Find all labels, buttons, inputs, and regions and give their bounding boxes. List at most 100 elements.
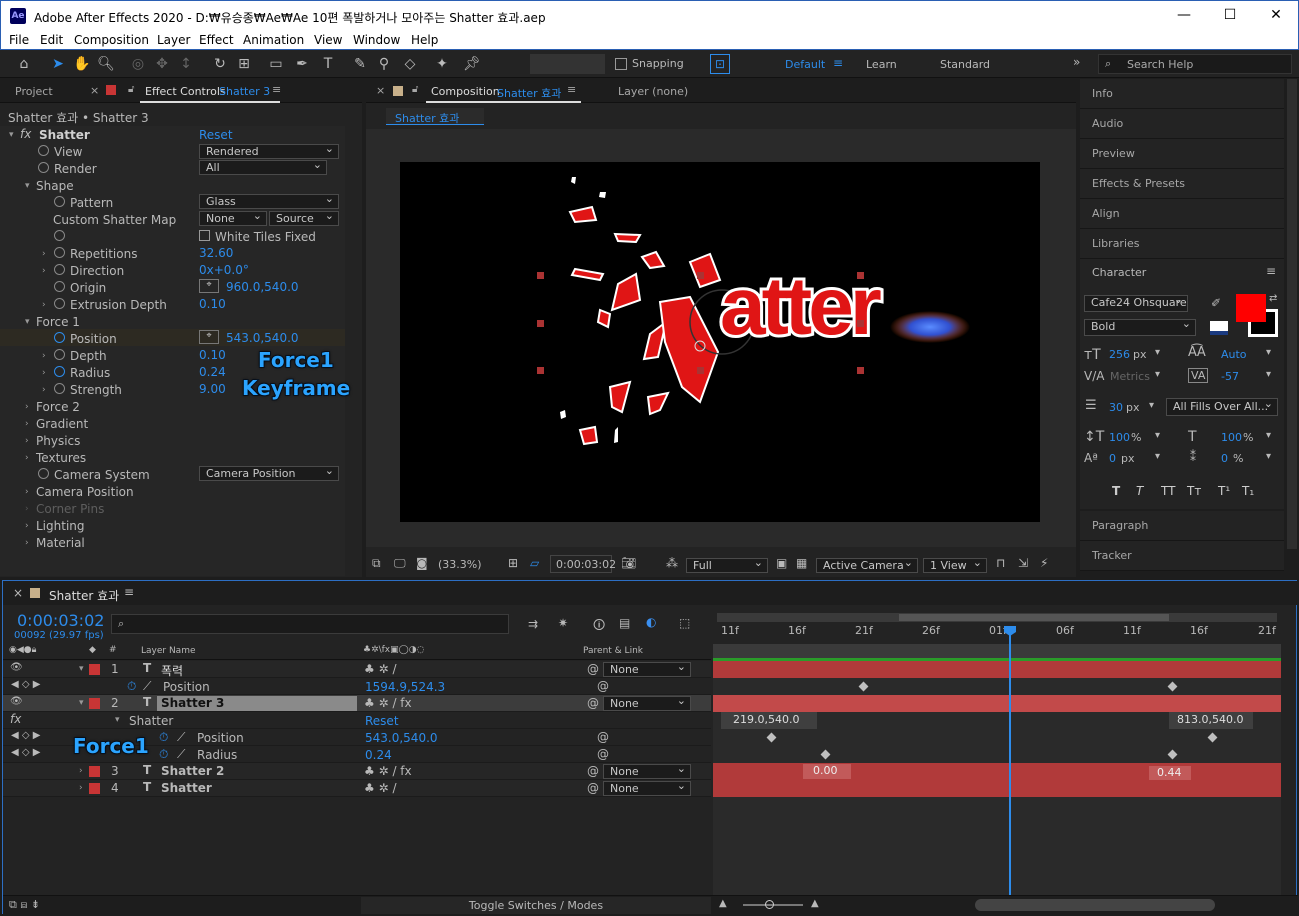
layer-bar-selected[interactable] [713,695,1281,712]
mask-icon[interactable]: ◙ [416,556,428,570]
parent-dropdown[interactable]: None [603,694,691,711]
zoom-dropdown[interactable]: (33.3%) [438,558,482,571]
tab-project[interactable]: Project [15,85,53,98]
time-ruler[interactable]: 11f 16f 21f 26f 01f 06f 11f 16f 21f [713,622,1281,644]
depth-value[interactable]: 0.10 [199,348,226,362]
rectangle-tool-icon[interactable]: ▭ [266,54,286,74]
orbit-tool-icon[interactable]: ◎ [128,54,148,74]
group-lighting[interactable]: Lighting [36,519,85,533]
crosshair-icon[interactable]: ⌖ [199,330,219,344]
stopwatch-icon[interactable] [54,230,65,241]
property-value[interactable]: 543.0,540.0 [365,731,438,745]
maximize-button[interactable]: ☐ [1207,1,1253,31]
graph-icon[interactable]: ⟋ [177,730,185,745]
custom-map-dropdown[interactable]: None [199,209,267,226]
close-button[interactable]: ✕ [1253,1,1299,31]
faux-bold-button[interactable]: T [1112,484,1120,498]
layer-bar[interactable] [713,661,1281,678]
stopwatch-active-icon[interactable]: ⏱︎ [159,747,168,762]
grid-icon[interactable]: ⊞ [508,556,518,570]
switches-icon[interactable]: ♣ ✲ / [364,662,396,676]
parent-link-header[interactable]: Parent & Link [583,646,643,656]
fx-icon[interactable]: fx [20,127,31,141]
pickwhip-icon[interactable]: @ [587,696,599,710]
motion-blur-icon[interactable]: ◐ [646,615,656,629]
eye-icon[interactable]: 👁︎ [10,696,23,707]
property-value[interactable]: 0.24 [365,748,392,762]
menu-window[interactable]: Window [353,33,400,47]
font-family-dropdown[interactable]: Cafe24 Ohsquare [1084,293,1188,312]
av-features-icon[interactable]: ◉◀●🔒︎ [9,645,36,655]
workspace-default[interactable]: Default [785,58,825,71]
pickwhip-icon[interactable]: @ [587,764,599,778]
stopwatch-icon[interactable] [54,349,65,360]
zoom-out-icon[interactable]: ▲ [719,898,727,909]
pickwhip-icon[interactable]: @ [587,781,599,795]
subscript-button[interactable]: T₁ [1242,484,1254,498]
crosshair-icon[interactable]: ⌖ [199,279,219,293]
brush-tool-icon[interactable]: ✎ [350,54,370,74]
layer-row[interactable]: › 3 T Shatter 2 ♣ ✲ / fx @ None [3,762,711,780]
graph-editor-icon[interactable]: ⬚ [679,616,690,630]
layer-search-input[interactable]: ⌕ [111,614,509,634]
radius-value[interactable]: 0.24 [199,365,226,379]
repetitions-value[interactable]: 32.60 [199,246,233,260]
layer-row[interactable]: › 4 T Shatter ♣ ✲ / @ None [3,779,711,797]
render-dropdown[interactable]: All [199,158,327,175]
chevron-down-icon[interactable]: ▾ [1155,369,1160,380]
snapshot-icon[interactable]: 📷︎ [621,556,636,570]
stopwatch-icon[interactable] [54,264,65,275]
channel-icon[interactable]: ⁂ [666,556,678,570]
origin-value[interactable]: 960.0,540.0 [226,280,299,294]
resolution-dropdown[interactable]: Full [686,556,768,573]
layer-name[interactable]: Shatter 2 [161,764,224,778]
fx-icon[interactable]: fx [10,712,21,726]
lock-icon[interactable]: 🔓︎ [412,84,418,95]
layer-bar[interactable] [713,780,1281,797]
stopwatch-icon[interactable] [54,383,65,394]
all-caps-button[interactable]: TT [1161,484,1175,498]
draft-3d-icon[interactable]: ✷ [558,616,568,630]
workspace-menu-icon[interactable]: ≡ [833,56,843,70]
tab-effect-controls-layer[interactable]: Shatter 3 [219,85,270,98]
clone-stamp-icon[interactable]: ⚲ [374,54,394,74]
tab-effect-controls[interactable]: Effect Controls [145,85,226,98]
stopwatch-active-icon[interactable]: ⏱︎ [127,679,136,694]
menu-view[interactable]: View [314,33,342,47]
panel-info[interactable]: Info [1080,79,1284,109]
white-tiles-checkbox[interactable] [199,230,210,241]
label-color-swatch[interactable] [89,766,100,777]
stopwatch-icon[interactable] [54,298,65,309]
puppet-pin-icon[interactable]: 📌︎ [462,54,482,74]
group-textures[interactable]: Textures [36,451,86,465]
zoom-tool-icon[interactable]: 🔍︎ [96,54,116,74]
chevron-down-icon[interactable]: ▾ [1266,369,1271,380]
pen-tool-icon[interactable]: ✒ [292,54,312,74]
work-area-range[interactable] [899,614,1169,621]
tab-composition[interactable]: Composition [431,85,500,98]
position-value[interactable]: 543.0,540.0 [226,331,299,345]
keyframe-nav-icon[interactable]: ◀ ◇ ▶ [11,679,40,690]
chevron-down-icon[interactable]: ▾ [1266,430,1271,441]
tab-layer[interactable]: Layer (none) [618,85,688,98]
stopwatch-icon[interactable] [38,145,49,156]
current-time-field[interactable]: 0:00:03:02 [550,555,616,573]
superscript-button[interactable]: T¹ [1218,484,1230,498]
horizontal-scale-value[interactable]: 100 [1221,431,1242,444]
source-dropdown[interactable]: Source [269,209,339,226]
parent-dropdown[interactable]: None [603,762,691,779]
menu-layer[interactable]: Layer [157,33,190,47]
label-color-swatch[interactable] [89,664,100,675]
switches-icon[interactable]: ♣ ✲ / [364,781,396,795]
swap-colors-icon[interactable]: ⇄ [1269,293,1277,304]
strength-value[interactable]: 9.00 [199,382,226,396]
layer-bar[interactable] [713,763,1281,780]
stopwatch-active-icon[interactable] [54,332,65,343]
hand-tool-icon[interactable]: ✋ [72,54,92,74]
comp-mini-flowchart-icon[interactable]: ⇉ [528,617,538,631]
label-column-icon[interactable]: ◆ [89,645,96,655]
group-force-1[interactable]: Force 1 [36,315,80,329]
stopwatch-icon[interactable] [54,281,65,292]
always-preview-icon[interactable]: ⧉ [372,556,381,571]
menu-animation[interactable]: Animation [243,33,304,47]
